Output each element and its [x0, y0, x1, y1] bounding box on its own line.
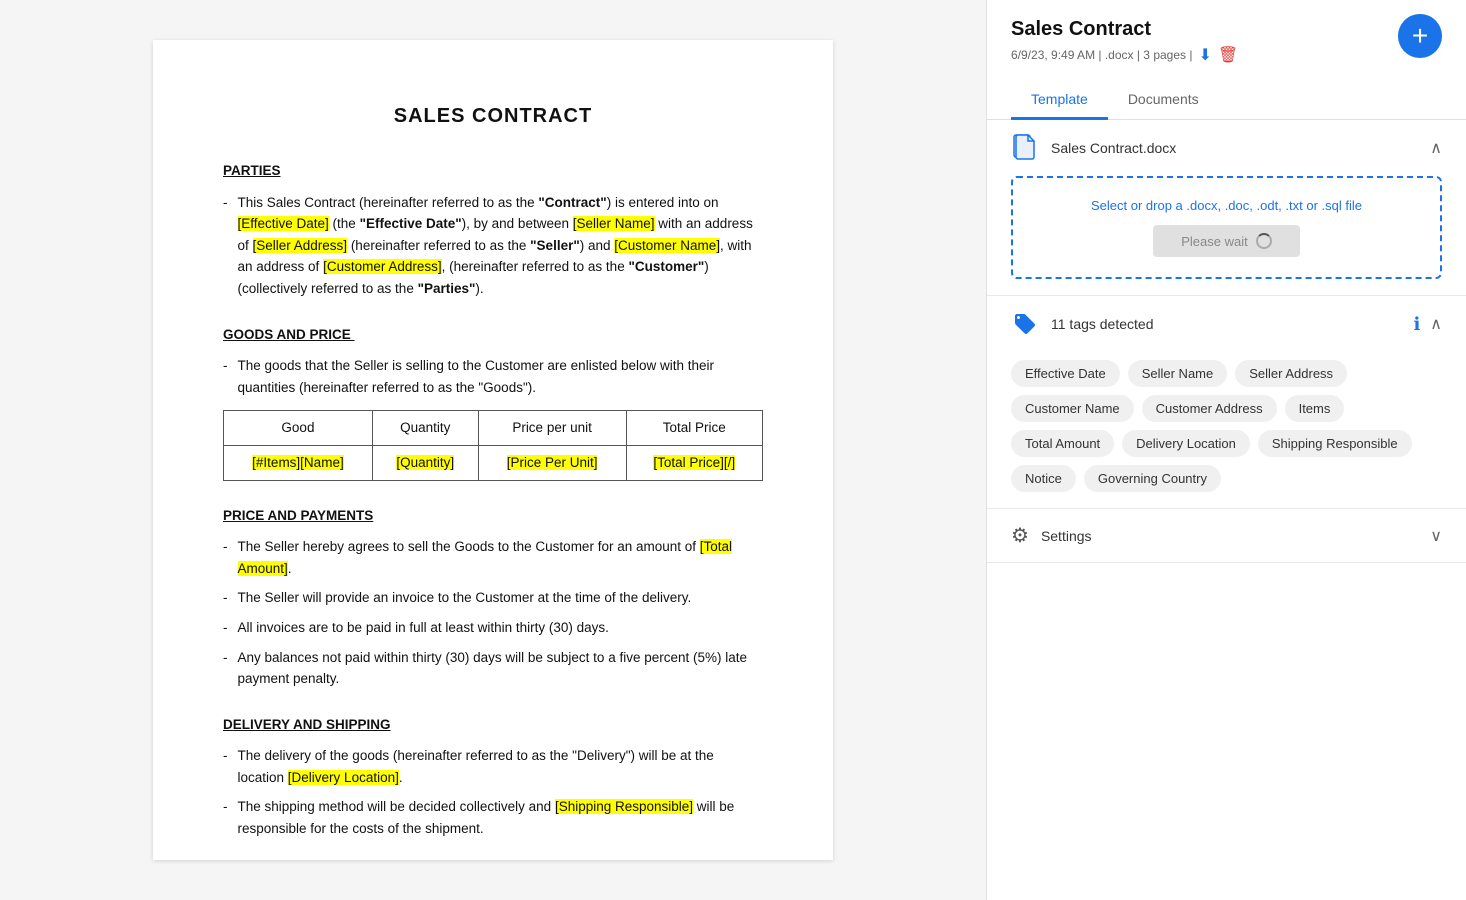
tag-chip-governing-country[interactable]: Governing Country: [1084, 465, 1221, 492]
tag-delivery-location: [Delivery Location]: [288, 770, 399, 785]
document-title: SALES CONTRACT: [223, 100, 763, 132]
section-heading-price: PRICE AND PAYMENTS: [223, 505, 763, 527]
tags-section: 11 tags detected ℹ ∧ Effective Date Sell…: [987, 296, 1466, 509]
sidebar-meta-text: 6/9/23, 9:49 AM | .docx | 3 pages |: [1011, 48, 1192, 62]
settings-chevron-down: ∨: [1430, 526, 1442, 546]
bullet-dash-2: -: [223, 355, 228, 398]
section-heading-parties: PARTIES: [223, 160, 763, 182]
tags-section-header[interactable]: 11 tags detected ℹ ∧: [987, 296, 1466, 352]
parties-bullet: - This Sales Contract (hereinafter refer…: [223, 192, 763, 300]
section-heading-goods: GOODS AND PRICE: [223, 324, 763, 346]
tag-chip-customer-name[interactable]: Customer Name: [1011, 395, 1134, 422]
tag-seller-address: [Seller Address]: [253, 238, 348, 253]
file-section: Sales Contract.docx ∧ Select or drop a .…: [987, 120, 1466, 296]
delivery-text-2: The shipping method will be decided coll…: [238, 796, 764, 839]
tag-chip-notice[interactable]: Notice: [1011, 465, 1076, 492]
settings-title: Settings: [1041, 528, 1092, 544]
price-bullet-4: - Any balances not paid within thirty (3…: [223, 647, 763, 690]
tab-documents[interactable]: Documents: [1108, 81, 1219, 120]
document-panel: SALES CONTRACT PARTIES - This Sales Cont…: [0, 0, 986, 900]
tags-count-label: 11 tags detected: [1051, 316, 1153, 332]
tag-seller-name: [Seller Name]: [573, 216, 655, 231]
table-col-total-price: Total Price: [626, 411, 762, 446]
sidebar-panel: Sales Contract 6/9/23, 9:49 AM | .docx |…: [986, 0, 1466, 900]
tag-chip-customer-address[interactable]: Customer Address: [1142, 395, 1277, 422]
price-bullet-3: - All invoices are to be paid in full at…: [223, 617, 763, 639]
delivery-bullet-1: - The delivery of the goods (hereinafter…: [223, 745, 763, 788]
settings-section: ⚙ Settings ∨: [987, 509, 1466, 563]
sidebar-tabs: Template Documents: [987, 81, 1466, 120]
tags-section-chevron: ∧: [1430, 314, 1442, 334]
tag-chip-seller-address[interactable]: Seller Address: [1235, 360, 1347, 387]
tag-chip-shipping-responsible[interactable]: Shipping Responsible: [1258, 430, 1412, 457]
tag-chip-items[interactable]: Items: [1285, 395, 1345, 422]
delivery-text-1: The delivery of the goods (hereinafter r…: [238, 745, 764, 788]
bullet-dash-6: -: [223, 647, 228, 690]
tags-grid: Effective Date Seller Name Seller Addres…: [987, 352, 1466, 508]
tag-customer-name: [Customer Name]: [614, 238, 720, 253]
price-bullet-1: - The Seller hereby agrees to sell the G…: [223, 536, 763, 579]
file-section-chevron-up: ∧: [1430, 138, 1442, 158]
section-heading-delivery: DELIVERY AND SHIPPING: [223, 714, 763, 736]
download-icon[interactable]: ⬇: [1198, 45, 1211, 65]
add-button[interactable]: +: [1398, 14, 1442, 58]
delivery-bullet-2: - The shipping method will be decided co…: [223, 796, 763, 839]
price-text-4: Any balances not paid within thirty (30)…: [238, 647, 764, 690]
please-wait-button: Please wait: [1153, 225, 1299, 257]
bullet-dash-5: -: [223, 617, 228, 639]
upload-area[interactable]: Select or drop a .docx, .doc, .odt, .txt…: [1011, 176, 1442, 279]
sidebar-title: Sales Contract: [1011, 18, 1398, 41]
table-cell-items-name: [#Items][Name]: [224, 445, 373, 480]
table-cell-quantity: [Quantity]: [372, 445, 478, 480]
settings-section-header[interactable]: ⚙ Settings ∨: [987, 509, 1466, 562]
tab-template[interactable]: Template: [1011, 81, 1108, 120]
bullet-dash-4: -: [223, 587, 228, 609]
tag-chip-effective-date[interactable]: Effective Date: [1011, 360, 1120, 387]
tags-header-right: ℹ ∧: [1413, 314, 1442, 335]
tag-chip-total-amount[interactable]: Total Amount: [1011, 430, 1114, 457]
goods-bullet: - The goods that the Seller is selling t…: [223, 355, 763, 398]
bullet-dash-7: -: [223, 745, 228, 788]
tag-chip-seller-name[interactable]: Seller Name: [1128, 360, 1228, 387]
price-text-2: The Seller will provide an invoice to th…: [238, 587, 692, 609]
file-section-header[interactable]: Sales Contract.docx ∧: [987, 120, 1466, 176]
tag-chip-delivery-location[interactable]: Delivery Location: [1122, 430, 1250, 457]
document-content: SALES CONTRACT PARTIES - This Sales Cont…: [153, 40, 833, 860]
please-wait-label: Please wait: [1181, 234, 1247, 249]
goods-table: Good Quantity Price per unit Total Price…: [223, 410, 763, 480]
loading-spinner: [1256, 233, 1272, 249]
gear-icon: ⚙: [1011, 523, 1029, 548]
table-cell-total-price: [Total Price][/]: [626, 445, 762, 480]
sidebar-title-block: Sales Contract 6/9/23, 9:49 AM | .docx |…: [1011, 18, 1398, 65]
tag-shipping-responsible: [Shipping Responsible]: [555, 799, 693, 814]
table-col-price-unit: Price per unit: [478, 411, 626, 446]
tags-header-left: 11 tags detected: [1011, 310, 1153, 338]
settings-header-left: ⚙ Settings: [1011, 523, 1092, 548]
upload-text: Select or drop a .docx, .doc, .odt, .txt…: [1033, 198, 1420, 213]
bullet-dash-3: -: [223, 536, 228, 579]
table-col-good: Good: [224, 411, 373, 446]
bullet-dash: -: [223, 192, 228, 300]
goods-text: The goods that the Seller is selling to …: [238, 355, 764, 398]
file-icon: [1011, 134, 1039, 162]
sidebar-header: Sales Contract 6/9/23, 9:49 AM | .docx |…: [987, 0, 1466, 65]
table-row: [#Items][Name] [Quantity] [Price Per Uni…: [224, 445, 763, 480]
tag-effective-date: [Effective Date]: [238, 216, 329, 231]
sidebar-meta-icons: ⬇ 🗑: [1198, 45, 1238, 65]
info-icon[interactable]: ℹ: [1413, 314, 1420, 335]
tag-icon-wrapper: [1011, 310, 1039, 338]
price-text-3: All invoices are to be paid in full at l…: [238, 617, 609, 639]
file-section-title: Sales Contract.docx: [1051, 140, 1176, 156]
table-col-quantity: Quantity: [372, 411, 478, 446]
tag-customer-address: [Customer Address]: [323, 259, 442, 274]
price-bullet-2: - The Seller will provide an invoice to …: [223, 587, 763, 609]
price-text-1: The Seller hereby agrees to sell the Goo…: [238, 536, 764, 579]
tag-total-amount: [Total Amount]: [238, 539, 733, 576]
delete-icon[interactable]: 🗑: [1218, 45, 1238, 65]
sidebar-meta: 6/9/23, 9:49 AM | .docx | 3 pages | ⬇ 🗑: [1011, 45, 1398, 65]
table-cell-price-per-unit: [Price Per Unit]: [478, 445, 626, 480]
bullet-dash-8: -: [223, 796, 228, 839]
file-section-header-left: Sales Contract.docx: [1011, 134, 1176, 162]
parties-text: This Sales Contract (hereinafter referre…: [238, 192, 764, 300]
